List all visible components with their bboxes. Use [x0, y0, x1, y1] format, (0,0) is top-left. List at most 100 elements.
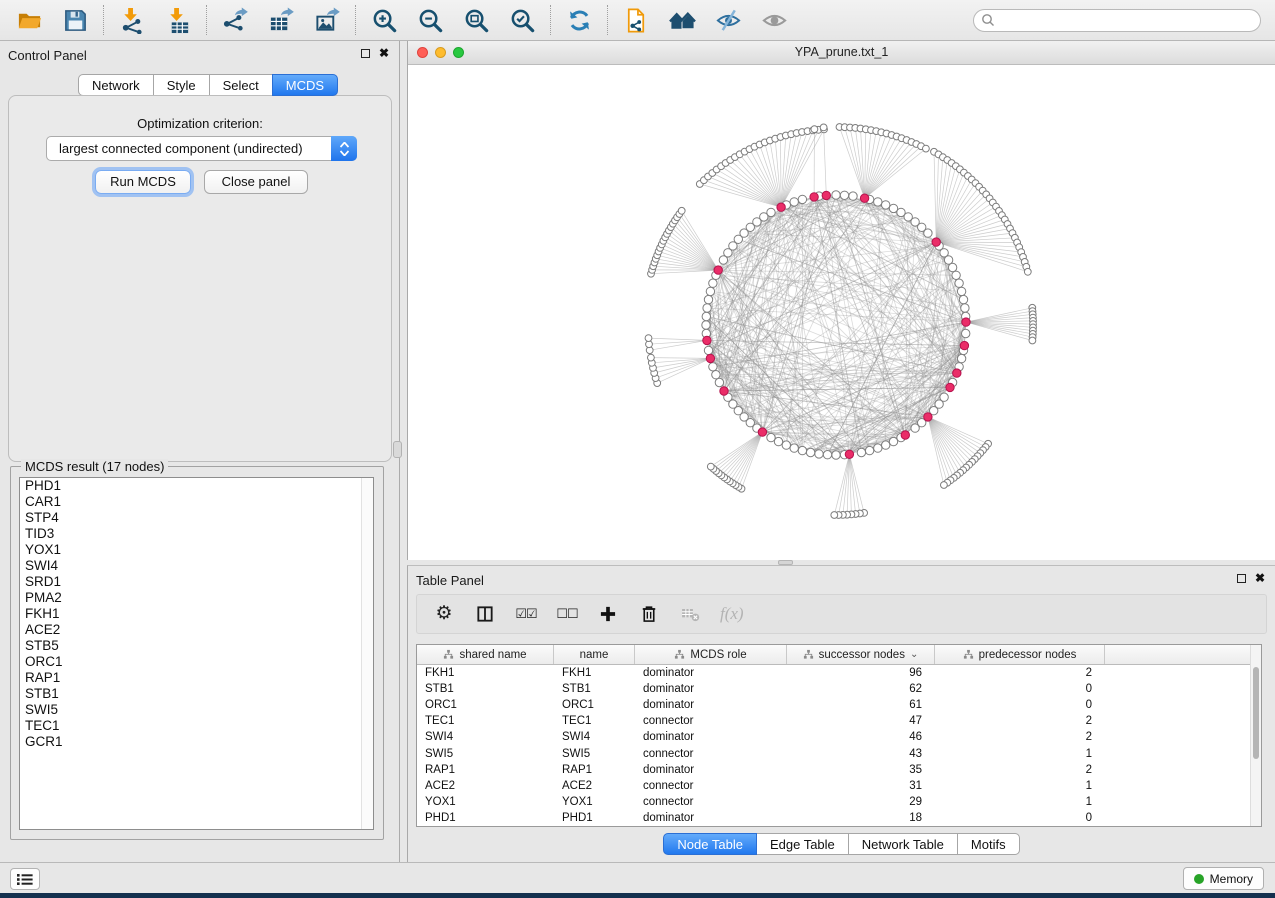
cell-name[interactable]: STB1 [554, 683, 635, 695]
result-list-item[interactable]: STB5 [20, 638, 373, 654]
network-canvas[interactable] [408, 65, 1275, 560]
column-header-predecessor-nodes[interactable]: predecessor nodes [935, 645, 1105, 664]
cell-successor-nodes[interactable]: 61 [787, 699, 935, 711]
result-scrollbar[interactable] [361, 478, 373, 829]
result-list-item[interactable]: FKH1 [20, 606, 373, 622]
result-list-item[interactable]: SWI4 [20, 558, 373, 574]
cell-MCDS-role[interactable]: dominator [635, 699, 787, 711]
tab-network[interactable]: Network [78, 74, 154, 96]
cell-MCDS-role[interactable]: dominator [635, 667, 787, 679]
zoom-in-icon[interactable] [369, 5, 399, 35]
result-list-item[interactable]: GCR1 [20, 734, 373, 750]
cell-name[interactable]: ACE2 [554, 780, 635, 792]
close-panel-icon[interactable]: ✖ [379, 48, 389, 58]
duplicate-network-icon[interactable] [621, 5, 651, 35]
float-table-panel-icon[interactable] [1237, 574, 1246, 583]
cell-MCDS-role[interactable]: dominator [635, 731, 787, 743]
cell-predecessor-nodes[interactable]: 1 [935, 796, 1105, 808]
cell-MCDS-role[interactable]: connector [635, 715, 787, 727]
result-list-item[interactable]: PHD1 [20, 478, 373, 494]
zoom-selected-icon[interactable] [507, 5, 537, 35]
column-header-MCDS-role[interactable]: MCDS role [635, 645, 787, 664]
cell-successor-nodes[interactable]: 62 [787, 683, 935, 695]
cell-name[interactable]: SWI4 [554, 731, 635, 743]
result-list-item[interactable]: TEC1 [20, 718, 373, 734]
network-graph[interactable] [408, 65, 1275, 560]
cell-predecessor-nodes[interactable]: 2 [935, 715, 1105, 727]
result-list-item[interactable]: SWI5 [20, 702, 373, 718]
cell-shared-name[interactable]: RAP1 [417, 764, 554, 776]
table-row[interactable]: ORC1ORC1dominator610 [417, 697, 1261, 713]
cell-predecessor-nodes[interactable]: 0 [935, 699, 1105, 711]
column-header-name[interactable]: name [554, 645, 635, 664]
hide-details-icon[interactable] [713, 5, 743, 35]
cell-MCDS-role[interactable]: dominator [635, 812, 787, 824]
cell-shared-name[interactable]: FKH1 [417, 667, 554, 679]
cell-MCDS-role[interactable]: connector [635, 780, 787, 792]
cell-shared-name[interactable]: YOX1 [417, 796, 554, 808]
table-row[interactable]: FKH1FKH1dominator962 [417, 665, 1261, 681]
tab-select[interactable]: Select [209, 74, 273, 96]
cell-predecessor-nodes[interactable]: 2 [935, 667, 1105, 679]
cell-name[interactable]: SWI5 [554, 748, 635, 760]
mcds-result-list[interactable]: PHD1CAR1STP4TID3YOX1SWI4SRD1PMA2FKH1ACE2… [19, 477, 374, 830]
run-mcds-button[interactable]: Run MCDS [95, 170, 191, 194]
float-panel-icon[interactable] [361, 49, 370, 58]
tab-edge-table[interactable]: Edge Table [756, 833, 849, 855]
table-row[interactable]: YOX1YOX1connector291 [417, 794, 1261, 810]
table-row[interactable]: TEC1TEC1connector472 [417, 713, 1261, 729]
result-list-item[interactable]: STP4 [20, 510, 373, 526]
cell-predecessor-nodes[interactable]: 0 [935, 683, 1105, 695]
cell-shared-name[interactable]: SWI4 [417, 731, 554, 743]
cell-name[interactable]: FKH1 [554, 667, 635, 679]
table-scrollbar-thumb[interactable] [1253, 667, 1259, 759]
tab-mcds[interactable]: MCDS [272, 74, 338, 96]
cell-successor-nodes[interactable]: 18 [787, 812, 935, 824]
cell-predecessor-nodes[interactable]: 1 [935, 748, 1105, 760]
cell-name[interactable]: ORC1 [554, 699, 635, 711]
cell-MCDS-role[interactable]: connector [635, 748, 787, 760]
export-network-icon[interactable] [220, 5, 250, 35]
result-list-item[interactable]: SRD1 [20, 574, 373, 590]
table-row[interactable]: PHD1PHD1dominator180 [417, 810, 1261, 826]
deselect-all-icon[interactable]: ☐☐ [556, 602, 578, 626]
result-list-item[interactable]: RAP1 [20, 670, 373, 686]
cell-successor-nodes[interactable]: 29 [787, 796, 935, 808]
search-box[interactable] [973, 9, 1261, 32]
settings-gear-icon[interactable]: ⚙ [433, 602, 455, 626]
open-session-icon[interactable] [14, 5, 44, 35]
result-list-item[interactable]: ORC1 [20, 654, 373, 670]
close-panel-button[interactable]: Close panel [204, 170, 308, 194]
column-header-shared-name[interactable]: shared name [417, 645, 554, 664]
result-list-item[interactable]: TID3 [20, 526, 373, 542]
zoom-out-icon[interactable] [415, 5, 445, 35]
cell-shared-name[interactable]: SWI5 [417, 748, 554, 760]
import-network-icon[interactable] [117, 5, 147, 35]
result-list-item[interactable]: ACE2 [20, 622, 373, 638]
cell-successor-nodes[interactable]: 46 [787, 731, 935, 743]
cell-name[interactable]: RAP1 [554, 764, 635, 776]
add-column-icon[interactable] [474, 602, 496, 626]
table-row[interactable]: SWI4SWI4dominator462 [417, 729, 1261, 745]
tab-style[interactable]: Style [153, 74, 210, 96]
export-image-icon[interactable] [312, 5, 342, 35]
cell-successor-nodes[interactable]: 35 [787, 764, 935, 776]
cell-MCDS-role[interactable]: dominator [635, 683, 787, 695]
tab-node-table[interactable]: Node Table [663, 833, 757, 855]
select-all-icon[interactable]: ☑☑ [515, 602, 537, 626]
memory-button[interactable]: Memory [1183, 867, 1264, 890]
cell-successor-nodes[interactable]: 43 [787, 748, 935, 760]
vertical-splitter-handle[interactable] [393, 441, 402, 458]
cell-name[interactable]: YOX1 [554, 796, 635, 808]
optimization-criterion-dropdown[interactable]: largest connected component (undirected) [46, 136, 357, 161]
houses-icon[interactable] [667, 5, 697, 35]
save-session-icon[interactable] [60, 5, 90, 35]
result-list-item[interactable]: YOX1 [20, 542, 373, 558]
cell-shared-name[interactable]: STB1 [417, 683, 554, 695]
result-list-item[interactable]: STB1 [20, 686, 373, 702]
result-list-item[interactable]: CAR1 [20, 494, 373, 510]
tab-motifs[interactable]: Motifs [957, 833, 1020, 855]
table-row[interactable]: RAP1RAP1dominator352 [417, 762, 1261, 778]
import-table-icon[interactable] [163, 5, 193, 35]
close-table-panel-icon[interactable]: ✖ [1255, 573, 1265, 583]
